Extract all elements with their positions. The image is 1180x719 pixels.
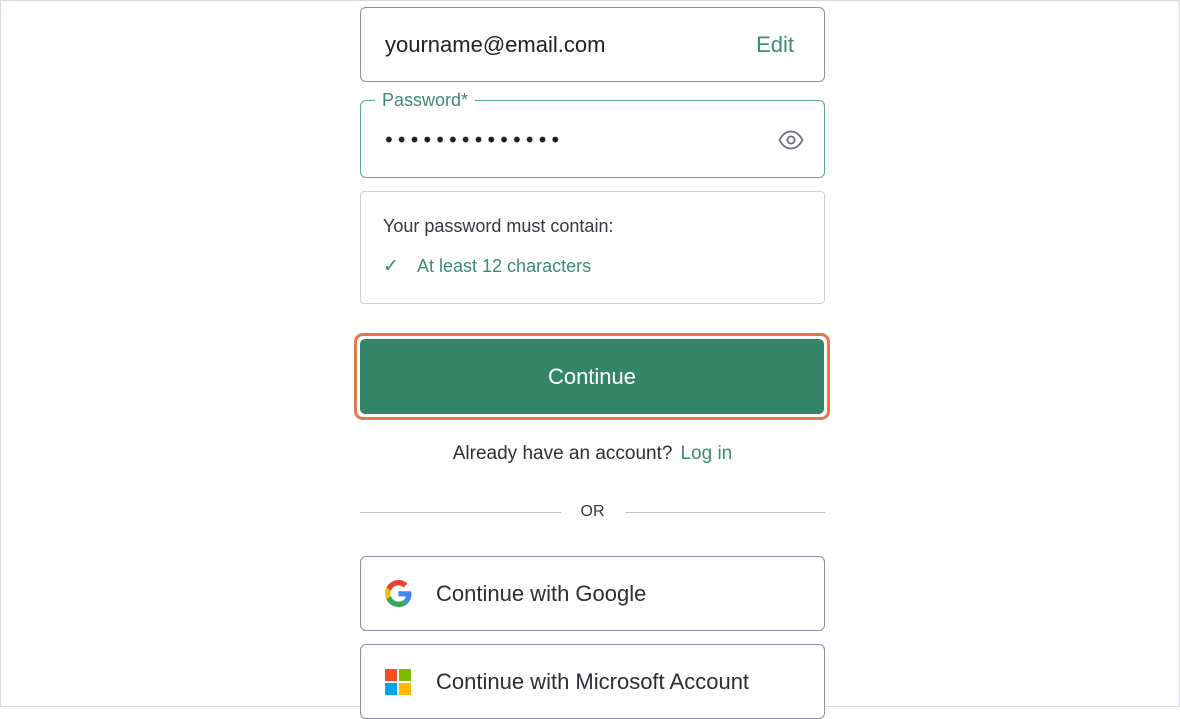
password-input[interactable] [383,125,763,155]
email-value: yourname@email.com [385,31,606,57]
divider-line-right [624,511,825,513]
google-button-label: Continue with Google [436,580,647,606]
requirement-item: ✓ At least 12 characters [383,255,802,278]
edit-email-link[interactable]: Edit [756,32,794,58]
continue-with-google-button[interactable]: Continue with Google [360,556,825,631]
continue-button-highlight: Continue [354,333,830,420]
eye-icon[interactable] [778,129,804,151]
microsoft-logo-icon [385,668,411,695]
password-requirements: Your password must contain: ✓ At least 1… [360,191,825,304]
divider-text: OR [580,503,605,520]
continue-with-microsoft-button[interactable]: Continue with Microsoft Account [360,644,825,719]
requirements-title: Your password must contain: [383,216,614,236]
login-prompt-text: Already have an account? [452,443,673,464]
requirement-text: At least 12 characters [417,256,592,276]
login-prompt: Already have an account? Log in [360,443,825,465]
password-field[interactable]: Password* [360,89,825,178]
continue-button[interactable]: Continue [360,339,824,414]
or-divider: OR [360,500,825,524]
check-icon: ✓ [383,256,399,277]
password-label: Password* [375,89,476,111]
login-link[interactable]: Log in [680,443,732,464]
email-field: yourname@email.com Edit [360,7,825,82]
google-logo-icon [385,580,412,607]
microsoft-button-label: Continue with Microsoft Account [436,668,750,694]
divider-line-left [360,511,561,513]
